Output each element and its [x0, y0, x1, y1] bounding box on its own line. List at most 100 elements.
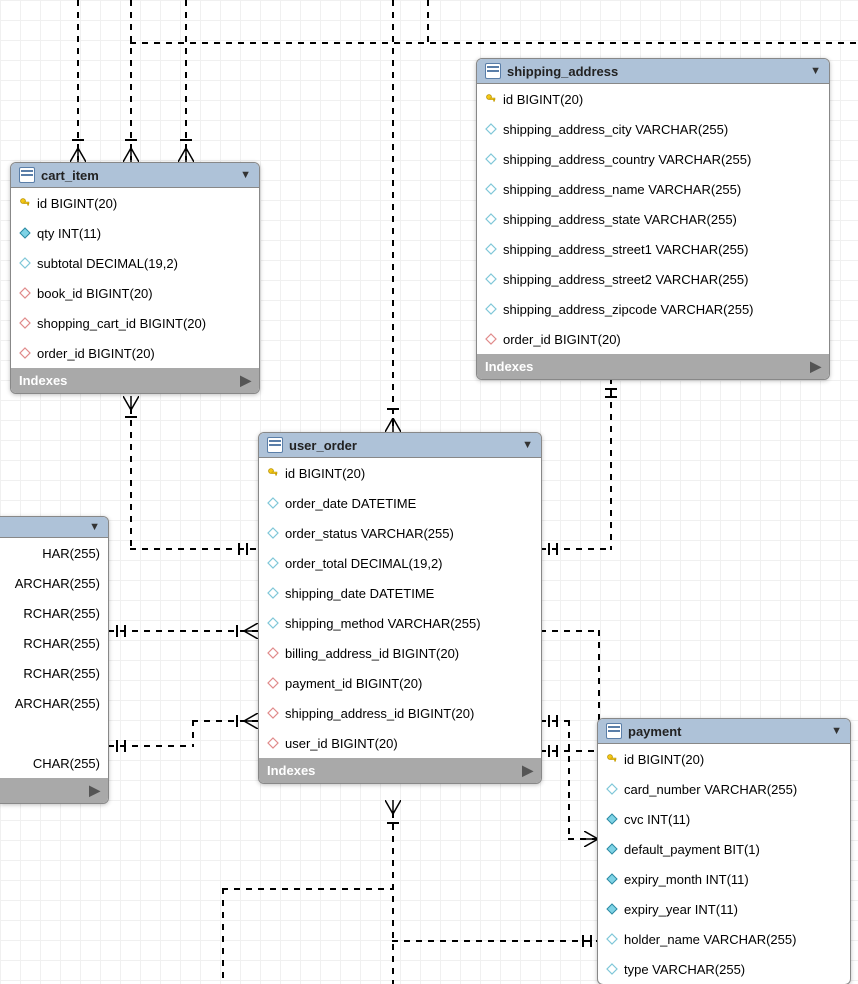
diamond-fk-icon	[485, 333, 497, 345]
column-row[interactable]: RCHAR(255)	[0, 628, 108, 658]
table-payment[interactable]: payment ▼ id BIGINT(20)card_number VARCH…	[597, 718, 851, 984]
table-header[interactable]: shipping_address ▼	[477, 59, 829, 84]
cardinality-tick-icon	[180, 139, 192, 141]
column-row[interactable]: RCHAR(255)	[0, 598, 108, 628]
column-row[interactable]: shipping_address_country VARCHAR(255)	[477, 144, 829, 174]
indexes-section[interactable]: ▶	[0, 778, 108, 803]
table-title: payment	[628, 724, 681, 739]
column-row[interactable]: default_payment BIT(1)	[598, 834, 850, 864]
column-definition: shipping_address_street2 VARCHAR(255)	[503, 272, 748, 287]
connector-line	[130, 0, 132, 160]
expand-arrow-icon[interactable]: ▶	[522, 762, 533, 779]
connector-line	[130, 42, 858, 44]
table-header[interactable]: cart_item ▼	[11, 163, 259, 188]
column-row[interactable]: shopping_cart_id BIGINT(20)	[11, 308, 259, 338]
diamond-open-icon	[267, 587, 279, 599]
table-title: cart_item	[41, 168, 99, 183]
primary-key-icon	[485, 93, 497, 105]
column-row[interactable]: user_id BIGINT(20)	[259, 728, 541, 758]
table-icon	[267, 437, 283, 453]
column-row[interactable]: payment_id BIGINT(20)	[259, 668, 541, 698]
cardinality-tick-icon	[125, 416, 137, 418]
table-title: user_order	[289, 438, 357, 453]
collapse-arrow-icon[interactable]: ▼	[810, 65, 821, 77]
column-row[interactable]: order_id BIGINT(20)	[11, 338, 259, 368]
column-definition: RCHAR(255)	[23, 666, 100, 681]
crows-foot-icon	[70, 148, 86, 162]
collapse-arrow-icon[interactable]: ▼	[522, 439, 533, 451]
collapse-arrow-icon[interactable]: ▼	[89, 521, 100, 533]
expand-arrow-icon[interactable]: ▶	[240, 372, 251, 389]
column-definition: id BIGINT(20)	[503, 92, 583, 107]
column-row[interactable]: ARCHAR(255)	[0, 568, 108, 598]
column-definition: holder_name VARCHAR(255)	[624, 932, 796, 947]
column-row[interactable]: order_total DECIMAL(19,2)	[259, 548, 541, 578]
column-row[interactable]: HAR(255)	[0, 538, 108, 568]
column-row[interactable]: expiry_month INT(11)	[598, 864, 850, 894]
column-row[interactable]: shipping_address_city VARCHAR(255)	[477, 114, 829, 144]
crows-foot-icon	[244, 623, 258, 639]
column-row[interactable]: shipping_address_id BIGINT(20)	[259, 698, 541, 728]
diamond-open-icon	[267, 527, 279, 539]
column-row[interactable]: cvc INT(11)	[598, 804, 850, 834]
column-row[interactable]: billing_address_id BIGINT(20)	[259, 638, 541, 668]
column-definition: order_id BIGINT(20)	[37, 346, 155, 361]
table-columns: id BIGINT(20) shipping_address_city VARCH…	[477, 84, 829, 354]
indexes-section[interactable]: Indexes ▶	[477, 354, 829, 379]
erd-canvas[interactable]: cart_item ▼ id BIGINT(20)qty INT(11)subt…	[0, 0, 858, 984]
column-row[interactable]: card_number VARCHAR(255)	[598, 774, 850, 804]
table-shipping-address[interactable]: shipping_address ▼ id BIGINT(20) shipping…	[476, 58, 830, 380]
table-cart-item[interactable]: cart_item ▼ id BIGINT(20)qty INT(11)subt…	[10, 162, 260, 394]
table-header[interactable]: ▼	[0, 517, 108, 538]
column-row[interactable]: shipping_address_zipcode VARCHAR(255)	[477, 294, 829, 324]
column-row[interactable]: shipping_method VARCHAR(255)	[259, 608, 541, 638]
collapse-arrow-icon[interactable]: ▼	[831, 725, 842, 737]
column-row[interactable]: shipping_address_street1 VARCHAR(255)	[477, 234, 829, 264]
expand-arrow-icon[interactable]: ▶	[89, 782, 100, 799]
diamond-open-icon	[485, 153, 497, 165]
diamond-filled-icon	[606, 873, 618, 885]
table-header[interactable]: payment ▼	[598, 719, 850, 744]
column-definition: type VARCHAR(255)	[624, 962, 745, 977]
column-row[interactable]: ARCHAR(255)	[0, 688, 108, 718]
column-row[interactable]: id BIGINT(20)	[477, 84, 829, 114]
column-definition: CHAR(255)	[33, 756, 100, 771]
column-definition: default_payment BIT(1)	[624, 842, 760, 857]
indexes-label: Indexes	[267, 763, 315, 778]
column-row[interactable]: order_id BIGINT(20)	[477, 324, 829, 354]
column-row[interactable]: shipping_date DATETIME	[259, 578, 541, 608]
column-row[interactable]: shipping_address_state VARCHAR(255)	[477, 204, 829, 234]
column-row[interactable]: CHAR(255)	[0, 748, 108, 778]
column-row[interactable]: order_status VARCHAR(255)	[259, 518, 541, 548]
table-user-order[interactable]: user_order ▼ id BIGINT(20) order_date DAT…	[258, 432, 542, 784]
column-definition: book_id BIGINT(20)	[37, 286, 153, 301]
cardinality-tick-icon	[582, 935, 584, 947]
column-row[interactable]: type VARCHAR(255)	[598, 954, 850, 984]
indexes-section[interactable]: Indexes ▶	[11, 368, 259, 393]
column-definition: order_status VARCHAR(255)	[285, 526, 454, 541]
column-row[interactable]: shipping_address_street2 VARCHAR(255)	[477, 264, 829, 294]
column-row[interactable]: RCHAR(255)	[0, 658, 108, 688]
column-row[interactable]	[0, 718, 108, 748]
diamond-open-icon	[485, 213, 497, 225]
diamond-filled-icon	[606, 843, 618, 855]
column-definition: shipping_address_city VARCHAR(255)	[503, 122, 728, 137]
table-columns: HAR(255)ARCHAR(255)RCHAR(255)RCHAR(255)R…	[0, 538, 108, 778]
column-row[interactable]: qty INT(11)	[11, 218, 259, 248]
column-row[interactable]: id BIGINT(20)	[598, 744, 850, 774]
column-definition: id BIGINT(20)	[285, 466, 365, 481]
column-row[interactable]: id BIGINT(20)	[11, 188, 259, 218]
column-row[interactable]: shipping_address_name VARCHAR(255)	[477, 174, 829, 204]
table-header[interactable]: user_order ▼	[259, 433, 541, 458]
column-row[interactable]: expiry_year INT(11)	[598, 894, 850, 924]
expand-arrow-icon[interactable]: ▶	[810, 358, 821, 375]
column-row[interactable]: book_id BIGINT(20)	[11, 278, 259, 308]
indexes-section[interactable]: Indexes ▶	[259, 758, 541, 783]
table-partial-left[interactable]: ▼ HAR(255)ARCHAR(255)RCHAR(255)RCHAR(255…	[0, 516, 109, 804]
column-row[interactable]: holder_name VARCHAR(255)	[598, 924, 850, 954]
diamond-fk-icon	[19, 317, 31, 329]
column-row[interactable]: id BIGINT(20)	[259, 458, 541, 488]
collapse-arrow-icon[interactable]: ▼	[240, 169, 251, 181]
column-row[interactable]: order_date DATETIME	[259, 488, 541, 518]
column-row[interactable]: subtotal DECIMAL(19,2)	[11, 248, 259, 278]
